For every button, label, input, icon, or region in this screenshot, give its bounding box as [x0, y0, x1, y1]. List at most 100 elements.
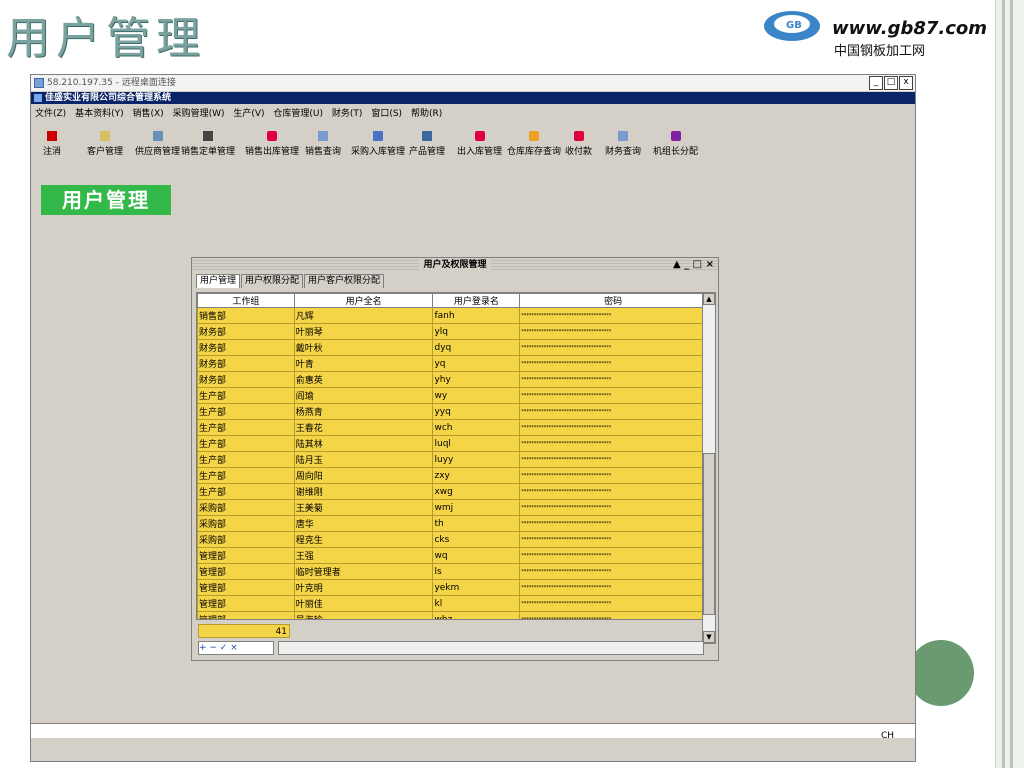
- cell-login[interactable]: whz: [432, 611, 521, 619]
- cell-fullname[interactable]: 周向阳: [293, 467, 434, 484]
- table-row[interactable]: 财务部 戴叶秋 dyq *******************************…: [197, 339, 707, 356]
- cell-password[interactable]: ************************************: [519, 435, 707, 452]
- cell-fullname[interactable]: 唐华: [293, 515, 434, 532]
- table-row[interactable]: 财务部 俞惠英 yhy *******************************…: [197, 371, 707, 388]
- table-row[interactable]: 管理部 叶克明 yekm ******************************…: [197, 579, 707, 596]
- table-row[interactable]: 管理部 临时管理者 ls ******************************…: [197, 563, 707, 580]
- cell-password[interactable]: ************************************: [519, 307, 707, 324]
- toolbar-button-12[interactable]: 机组长分配: [653, 131, 698, 157]
- cell-group[interactable]: 管理部: [197, 611, 295, 619]
- remote-window-titlebar[interactable]: 58.210.197.35 - 远程桌面连接 _ □ x: [31, 75, 915, 91]
- table-row[interactable]: 生产部 王春花 wch *******************************…: [197, 419, 707, 436]
- table-row[interactable]: 采购部 唐华 th *********************************…: [197, 515, 707, 532]
- table-row[interactable]: 管理部吴海珍whz*******************************…: [197, 611, 707, 619]
- table-row[interactable]: 销售部 凡辉 fanh *******************************…: [197, 307, 707, 324]
- inner-window-titlebar[interactable]: 用户及权限管理 ▲ _ □ ×: [192, 258, 718, 272]
- table-row[interactable]: 财务部 叶丽琴 ylq *******************************…: [197, 323, 707, 340]
- cell-login[interactable]: yekm: [432, 579, 521, 596]
- table-row[interactable]: 生产部 陆月玉 luyy ******************************…: [197, 451, 707, 468]
- cell-login[interactable]: yyq: [432, 403, 521, 420]
- cell-group[interactable]: 生产部: [197, 467, 295, 484]
- cell-fullname[interactable]: 程克生: [293, 531, 434, 548]
- cell-group[interactable]: 销售部: [197, 307, 295, 324]
- table-row[interactable]: 生产部 阎瑜 wy *********************************…: [197, 387, 707, 404]
- cell-login[interactable]: wmj: [432, 499, 521, 516]
- record-navigator[interactable]: + − ✓ ×: [198, 641, 274, 655]
- menu-sales[interactable]: 销售(X): [132, 109, 163, 119]
- cell-login[interactable]: cks: [432, 531, 521, 548]
- menu-purchase[interactable]: 采购管理(W): [173, 109, 225, 119]
- vertical-scrollbar[interactable]: ▲ ▼: [702, 292, 716, 644]
- table-row[interactable]: 生产部 谢维刚 xwg *******************************…: [197, 483, 707, 500]
- cell-password[interactable]: ************************************: [519, 371, 707, 388]
- cell-password[interactable]: ************************************: [519, 531, 707, 548]
- toolbar-button-0[interactable]: 注消: [43, 131, 61, 157]
- cell-group[interactable]: 采购部: [197, 515, 295, 532]
- table-row[interactable]: 财务部 叶青 yq *********************************…: [197, 355, 707, 372]
- table-row[interactable]: 采购部 程克生 cks *******************************…: [197, 531, 707, 548]
- cell-login[interactable]: wy: [432, 387, 521, 404]
- toolbar-button-9[interactable]: 仓库库存查询: [507, 131, 561, 157]
- cell-fullname[interactable]: 叶青: [293, 355, 434, 372]
- cell-group[interactable]: 管理部: [197, 563, 295, 580]
- cell-password[interactable]: ************************************: [519, 611, 707, 619]
- cell-group[interactable]: 采购部: [197, 499, 295, 516]
- table-row[interactable]: 生产部 陆其林 luql ******************************…: [197, 435, 707, 452]
- menu-file[interactable]: 文件(Z): [35, 109, 66, 119]
- scroll-up-icon[interactable]: ▲: [703, 293, 715, 305]
- cell-password[interactable]: ************************************: [519, 515, 707, 532]
- col-header-fullname[interactable]: 用户全名: [293, 293, 434, 308]
- toolbar-button-6[interactable]: 采购入库管理: [351, 131, 405, 157]
- cell-password[interactable]: ************************************: [519, 387, 707, 404]
- menu-window[interactable]: 窗口(S): [371, 109, 402, 119]
- scroll-thumb[interactable]: [703, 453, 715, 615]
- tab-user-permissions[interactable]: 用户权限分配: [241, 274, 304, 288]
- cell-login[interactable]: yq: [432, 355, 521, 372]
- cell-login[interactable]: yhy: [432, 371, 521, 388]
- cell-fullname[interactable]: 叶丽琴: [293, 323, 434, 340]
- cell-group[interactable]: 生产部: [197, 451, 295, 468]
- cell-group[interactable]: 管理部: [197, 547, 295, 564]
- col-header-password[interactable]: 密码: [519, 293, 707, 308]
- cell-group[interactable]: 财务部: [197, 371, 295, 388]
- cell-group[interactable]: 生产部: [197, 483, 295, 500]
- cell-fullname[interactable]: 阎瑜: [293, 387, 434, 404]
- table-row[interactable]: 管理部 王强 wq *********************************…: [197, 547, 707, 564]
- cell-fullname[interactable]: 陆其林: [293, 435, 434, 452]
- toolbar-button-10[interactable]: 收付款: [565, 131, 592, 157]
- cell-group[interactable]: 财务部: [197, 355, 295, 372]
- cell-fullname[interactable]: 叶克明: [293, 579, 434, 596]
- toolbar-button-5[interactable]: 销售查询: [305, 131, 341, 157]
- cell-fullname[interactable]: 王春花: [293, 419, 434, 436]
- toolbar-button-1[interactable]: 客户管理: [87, 131, 123, 157]
- cell-password[interactable]: ************************************: [519, 419, 707, 436]
- cell-login[interactable]: wch: [432, 419, 521, 436]
- toolbar-button-2[interactable]: 供应商管理: [135, 131, 180, 157]
- cell-fullname[interactable]: 戴叶秋: [293, 339, 434, 356]
- cell-password[interactable]: ************************************: [519, 467, 707, 484]
- close-button[interactable]: x: [899, 76, 913, 90]
- cell-group[interactable]: 生产部: [197, 419, 295, 436]
- cell-password[interactable]: ************************************: [519, 451, 707, 468]
- desktop-scrollbar[interactable]: [31, 723, 915, 738]
- cell-password[interactable]: ************************************: [519, 355, 707, 372]
- scroll-down-icon[interactable]: ▼: [703, 631, 715, 643]
- cell-fullname[interactable]: 俞惠英: [293, 371, 434, 388]
- cell-group[interactable]: 管理部: [197, 579, 295, 596]
- cell-login[interactable]: wq: [432, 547, 521, 564]
- menu-basic-data[interactable]: 基本资料(Y): [75, 109, 124, 119]
- cell-password[interactable]: ************************************: [519, 579, 707, 596]
- cell-login[interactable]: th: [432, 515, 521, 532]
- cell-login[interactable]: ls: [432, 563, 521, 580]
- cell-login[interactable]: fanh: [432, 307, 521, 324]
- cell-fullname[interactable]: 吴海珍: [293, 611, 434, 619]
- table-row[interactable]: 管理部 叶丽佳 kl ********************************…: [197, 595, 707, 612]
- cell-group[interactable]: 管理部: [197, 595, 295, 612]
- cell-group[interactable]: 生产部: [197, 435, 295, 452]
- cell-fullname[interactable]: 王美菊: [293, 499, 434, 516]
- col-header-login[interactable]: 用户登录名: [432, 293, 521, 308]
- cell-login[interactable]: luyy: [432, 451, 521, 468]
- toolbar-button-11[interactable]: 财务查询: [605, 131, 641, 157]
- cell-login[interactable]: luql: [432, 435, 521, 452]
- cell-fullname[interactable]: 陆月玉: [293, 451, 434, 468]
